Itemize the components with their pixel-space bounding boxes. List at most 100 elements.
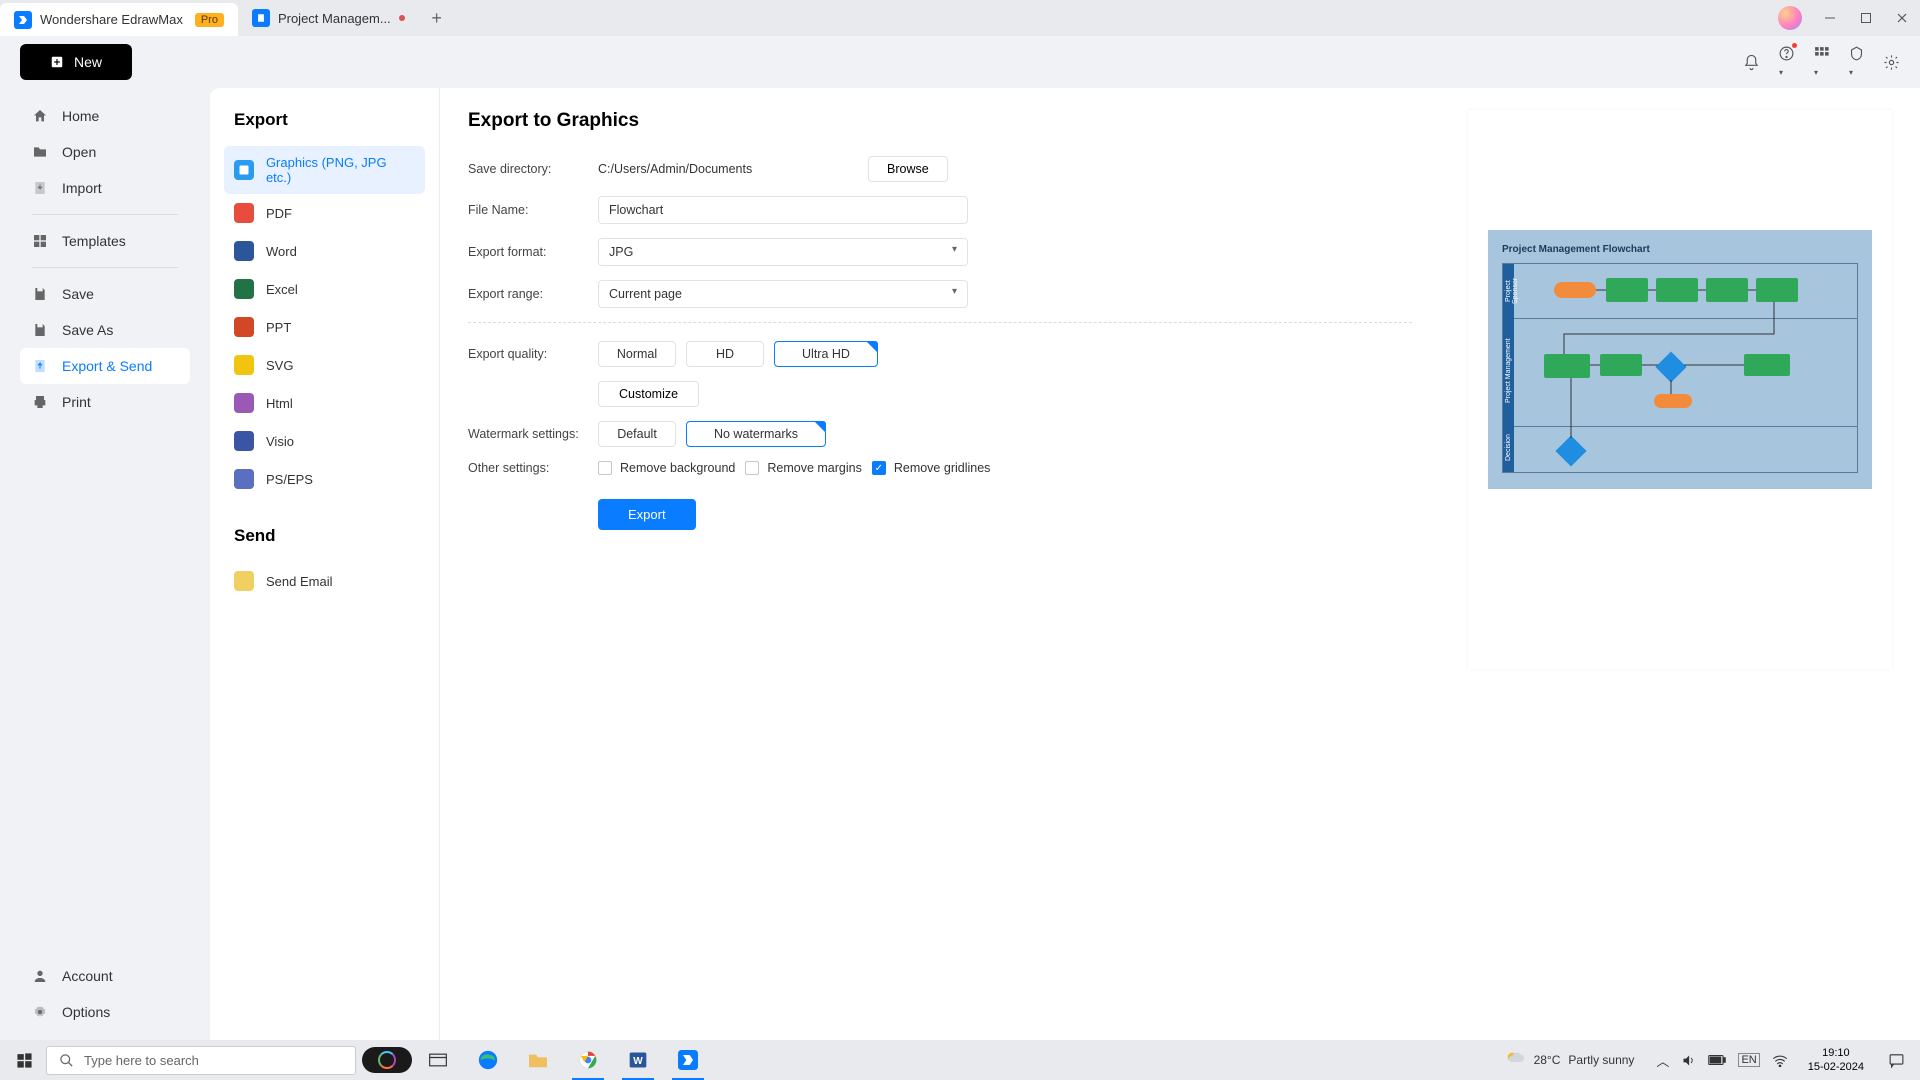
chk-remove-bg[interactable]: Remove background [598, 461, 735, 475]
account-icon [32, 968, 48, 984]
chk-remove-margins[interactable]: Remove margins [745, 461, 861, 475]
pdf-icon [234, 203, 254, 223]
export-icon [32, 358, 48, 374]
nav-print[interactable]: Print [20, 384, 190, 420]
export-type-label: Excel [266, 282, 298, 297]
nav-account[interactable]: Account [20, 958, 190, 994]
filename-input[interactable] [598, 196, 968, 224]
format-select[interactable]: JPG [598, 238, 968, 266]
nav-options[interactable]: Options [20, 994, 190, 1030]
export-type-word[interactable]: Word [224, 232, 425, 270]
export-type-pseps[interactable]: PS/EPS [224, 460, 425, 498]
app-tab-label: Wondershare EdrawMax [40, 12, 183, 27]
tb-word[interactable]: W [614, 1040, 662, 1080]
new-tab-button[interactable]: + [419, 0, 455, 36]
tray-battery-icon[interactable] [1708, 1054, 1726, 1066]
nav-label: Account [62, 968, 113, 984]
export-type-excel[interactable]: Excel [224, 270, 425, 308]
watermark-default[interactable]: Default [598, 421, 676, 447]
nav-open[interactable]: Open [20, 134, 190, 170]
export-type-html[interactable]: Html [224, 384, 425, 422]
new-button[interactable]: New [20, 44, 132, 80]
tray-language-icon[interactable]: EN [1738, 1053, 1759, 1067]
chk-remove-gridlines[interactable]: ✓ Remove gridlines [872, 461, 991, 475]
action-center-button[interactable] [1876, 1052, 1916, 1069]
tb-explorer[interactable] [514, 1040, 562, 1080]
search-placeholder: Type here to search [84, 1053, 199, 1068]
top-right-icons: ▾ ▾ ▾ [1743, 45, 1900, 80]
nav-label: Home [62, 108, 99, 124]
export-type-svg[interactable]: SVG [224, 346, 425, 384]
system-tray: ︿ EN [1648, 1051, 1795, 1070]
taskbar-clock[interactable]: 19:10 15-02-2024 [1798, 1046, 1874, 1075]
weather-icon [1504, 1049, 1526, 1071]
quality-hd[interactable]: HD [686, 341, 764, 367]
quality-ultra-hd[interactable]: Ultra HD [774, 341, 878, 367]
nav-label: Import [62, 180, 102, 196]
export-type-visio[interactable]: Visio [224, 422, 425, 460]
export-type-ppt[interactable]: PPT [224, 308, 425, 346]
folder-icon [32, 144, 48, 160]
clock-time: 19:10 [1808, 1046, 1864, 1060]
tb-edrawmax[interactable] [664, 1040, 712, 1080]
cortana-icon [378, 1051, 396, 1069]
document-icon [252, 9, 270, 27]
export-type-pdf[interactable]: PDF [224, 194, 425, 232]
document-tab[interactable]: Project Managem... [238, 0, 419, 36]
row-filename: File Name: [468, 196, 1412, 224]
apps-icon[interactable]: ▾ [1813, 45, 1830, 80]
theme-icon[interactable]: ▾ [1848, 45, 1865, 80]
import-icon [32, 180, 48, 196]
new-button-label: New [74, 54, 102, 70]
nav-home[interactable]: Home [20, 98, 190, 134]
preview-title: Project Management Flowchart [1502, 244, 1858, 255]
cortana-button[interactable] [362, 1047, 412, 1073]
pseps-icon [234, 469, 254, 489]
nav-save-as[interactable]: Save As [20, 312, 190, 348]
help-icon[interactable]: ▾ [1778, 45, 1795, 80]
user-avatar[interactable] [1778, 6, 1802, 30]
export-type-graphics[interactable]: Graphics (PNG, JPG etc.) [224, 146, 425, 194]
nav-label: Save [62, 286, 94, 302]
taskbar-search[interactable]: Type here to search [46, 1046, 356, 1075]
form-divider [468, 322, 1412, 323]
maximize-button[interactable] [1848, 0, 1884, 36]
settings-icon[interactable] [1883, 54, 1900, 71]
document-tab-label: Project Managem... [278, 11, 391, 26]
task-view-button[interactable] [414, 1040, 462, 1080]
tb-edge[interactable] [464, 1040, 512, 1080]
tray-wifi-icon[interactable] [1772, 1053, 1788, 1067]
watermark-none[interactable]: No watermarks [686, 421, 826, 447]
export-type-label: PS/EPS [266, 472, 313, 487]
nav-import[interactable]: Import [20, 170, 190, 206]
send-email[interactable]: Send Email [224, 562, 425, 600]
range-label: Export range: [468, 287, 598, 301]
notification-icon[interactable] [1743, 54, 1760, 71]
minimize-button[interactable] [1812, 0, 1848, 36]
clock-date: 15-02-2024 [1808, 1060, 1864, 1074]
tray-volume-icon[interactable] [1681, 1053, 1696, 1068]
tb-chrome[interactable] [564, 1040, 612, 1080]
row-watermark: Watermark settings: Default No watermark… [468, 421, 1412, 447]
taskbar-weather[interactable]: 28°C Partly sunny [1492, 1049, 1647, 1071]
watermark-label: Watermark settings: [468, 427, 598, 441]
customize-button[interactable]: Customize [598, 381, 699, 407]
browse-button[interactable]: Browse [868, 156, 948, 182]
range-select[interactable]: Current page [598, 280, 968, 308]
plus-icon [50, 55, 64, 69]
nav-templates[interactable]: Templates [20, 223, 190, 259]
tray-chevron-up-icon[interactable]: ︿ [1656, 1051, 1669, 1070]
export-type-label: Visio [266, 434, 294, 449]
left-nav: Home Open Import Templates Save Save As … [0, 88, 210, 1040]
start-button[interactable] [4, 1040, 44, 1080]
quality-normal[interactable]: Normal [598, 341, 676, 367]
nav-export-send[interactable]: Export & Send [20, 348, 190, 384]
export-button[interactable]: Export [598, 499, 696, 530]
checkbox-checked-icon: ✓ [872, 461, 886, 475]
checkbox-icon [598, 461, 612, 475]
app-tab[interactable]: Wondershare EdrawMax Pro [0, 3, 238, 36]
titlebar: Wondershare EdrawMax Pro Project Managem… [0, 0, 1920, 36]
lane-label-3: Decision [1503, 424, 1514, 472]
close-button[interactable] [1884, 0, 1920, 36]
nav-save[interactable]: Save [20, 276, 190, 312]
